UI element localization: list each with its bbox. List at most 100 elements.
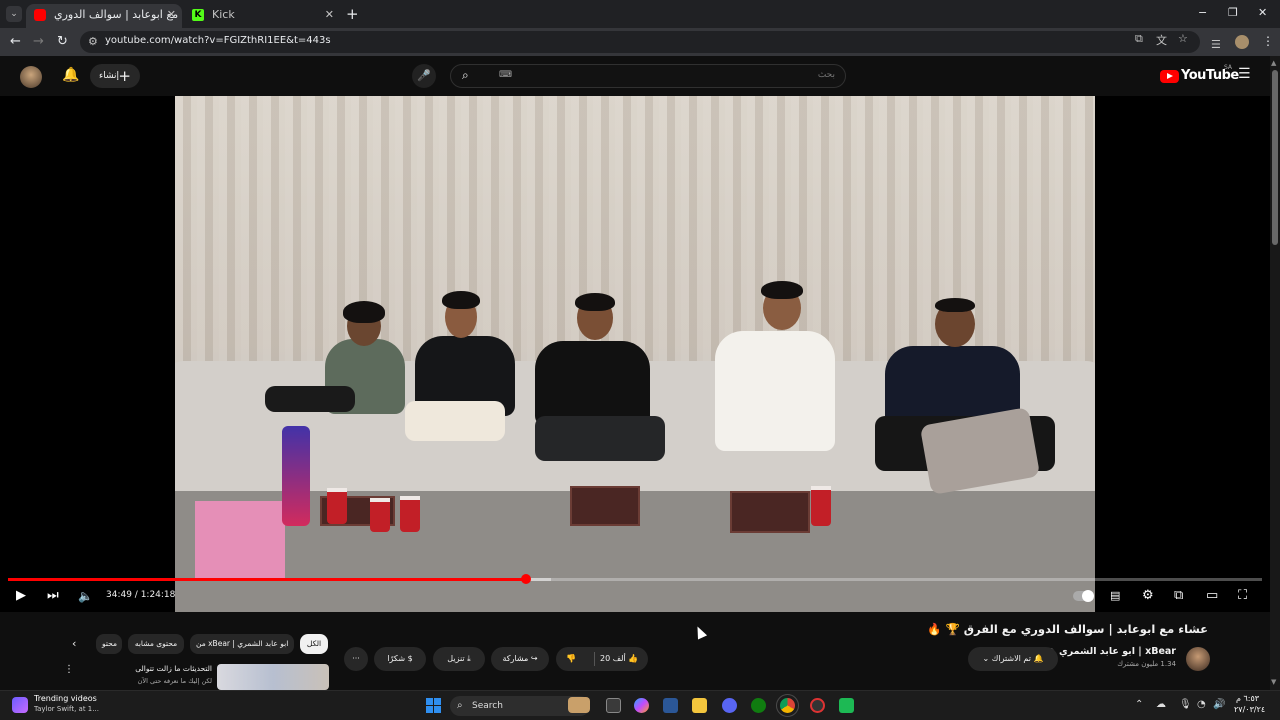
widgets-icon[interactable]: [12, 697, 28, 713]
search-input[interactable]: [555, 69, 835, 79]
new-tab-button[interactable]: +: [346, 5, 359, 23]
search-highlight-icon[interactable]: [568, 697, 590, 713]
bookmark-star-icon[interactable]: ☆: [1178, 32, 1188, 45]
volume-tray-icon[interactable]: 🔊: [1213, 699, 1225, 710]
thanks-label: شكرًا: [387, 654, 406, 663]
chips-prev-icon[interactable]: ‹: [72, 637, 76, 650]
fullscreen-icon[interactable]: ⛶: [1238, 588, 1247, 604]
close-window-button[interactable]: ✕: [1258, 6, 1267, 19]
mic-tray-icon[interactable]: 🎙: [1179, 699, 1192, 710]
miniplayer-icon[interactable]: ⧉: [1174, 588, 1183, 604]
cup: [370, 498, 390, 532]
onedrive-icon[interactable]: ☁: [1156, 699, 1166, 710]
subscribed-button[interactable]: 🔔 تم الاشتراك ⌄: [968, 647, 1058, 671]
wifi-icon[interactable]: ◔: [1197, 699, 1206, 710]
reload-icon[interactable]: ↻: [57, 34, 68, 49]
food-box: [730, 491, 810, 533]
voice-search-mic-icon[interactable]: 🎤: [412, 64, 436, 88]
create-button[interactable]: إنشاء +: [90, 64, 140, 88]
task-view-icon[interactable]: [606, 698, 621, 713]
thanks-button[interactable]: شكرًا $: [374, 647, 426, 671]
create-label: إنشاء: [99, 71, 120, 81]
play-icon[interactable]: ▶: [16, 588, 26, 604]
theater-mode-icon[interactable]: ▭: [1206, 588, 1218, 604]
like-count: 20 ألف: [600, 654, 626, 663]
autoplay-toggle[interactable]: [1073, 590, 1094, 602]
file-explorer-icon[interactable]: [692, 698, 707, 713]
minimize-button[interactable]: −: [1198, 6, 1207, 19]
reading-list-icon[interactable]: ☰: [1211, 38, 1221, 51]
video-title: عشاء مع ابوعابد | سوالف الدوري مع الفرق …: [927, 622, 1208, 636]
recommendation-thumbnail[interactable]: [217, 664, 329, 690]
share-button[interactable]: مشاركة ↪: [491, 647, 549, 671]
xbox-icon[interactable]: [751, 698, 766, 713]
download-button[interactable]: تنزيل ⤓: [433, 647, 485, 671]
volume-icon[interactable]: 🔈: [78, 588, 93, 604]
like-dislike-group: 👎 20 ألف 👍: [556, 647, 648, 671]
start-windows-icon[interactable]: [426, 698, 441, 713]
scrollbar-thumb[interactable]: [1272, 70, 1278, 245]
share-icon: ↪: [530, 654, 538, 663]
dislike-button[interactable]: 👎: [566, 647, 576, 671]
page-scrollbar[interactable]: ▲ ▼: [1270, 56, 1280, 690]
clock-date[interactable]: ٢٧/٠٣/٢٤: [1234, 705, 1265, 714]
guide-menu-icon[interactable]: ☰: [1238, 66, 1251, 82]
search-box[interactable]: ⌕ ⌨: [450, 64, 846, 88]
chrome-icon[interactable]: [776, 694, 799, 717]
seek-bar[interactable]: [8, 574, 1262, 584]
tab-search-dropdown-icon[interactable]: ⌄: [6, 6, 22, 22]
profile-avatar-icon[interactable]: [1235, 35, 1249, 49]
back-icon[interactable]: ←: [10, 34, 21, 49]
download-label: تنزيل: [447, 654, 465, 663]
taskbar-search-label: Search: [472, 701, 503, 711]
forward-icon[interactable]: →: [33, 34, 44, 49]
address-bar[interactable]: ⚙ youtube.com/watch?v=FGIZthRI1EE&t=443s: [80, 31, 1200, 53]
scroll-down-icon[interactable]: ▼: [1271, 678, 1276, 686]
chip-from-channel[interactable]: من xBear | ابو عابد الشمري: [190, 634, 294, 654]
chip-all[interactable]: الكل: [300, 634, 328, 654]
cast-icon[interactable]: ⧉: [1135, 32, 1143, 46]
youtube-favicon-icon: [34, 9, 46, 21]
recommendation-title[interactable]: التحديثات ما زالت تتوالى: [100, 664, 212, 673]
next-video-icon[interactable]: ⏭: [47, 588, 59, 604]
recommendation-menu-icon[interactable]: ⋮: [64, 664, 74, 675]
channel-name[interactable]: xBear | ابو عابد الشمري: [1046, 646, 1176, 657]
scroll-up-icon[interactable]: ▲: [1271, 59, 1276, 67]
app-icon[interactable]: [810, 698, 825, 713]
video-player[interactable]: ▶ ⏭ 🔈 34:49 / 1:24:18 ▤ ⚙ ⧉ ▭ ⛶: [0, 96, 1270, 612]
region-code: SA: [1224, 64, 1233, 71]
subtitles-icon[interactable]: ▤: [1110, 588, 1120, 604]
discord-icon[interactable]: [722, 698, 737, 713]
video-frame[interactable]: [175, 96, 1095, 612]
search-icon[interactable]: ⌕: [462, 68, 469, 83]
windows-taskbar: Trending videos Taylor Swift, at 1... ⌕ …: [0, 690, 1280, 720]
more-actions-button[interactable]: ···: [344, 647, 368, 671]
tray-overflow-icon[interactable]: ⌃: [1135, 699, 1143, 710]
site-info-icon[interactable]: ⚙: [88, 35, 98, 48]
thanks-icon: $: [407, 654, 413, 663]
maximize-button[interactable]: ❐: [1228, 6, 1238, 19]
notifications-bell-icon[interactable]: 🔔: [62, 67, 79, 83]
account-avatar[interactable]: [20, 66, 42, 88]
pink-gift-box: [195, 501, 285, 579]
microsoft-store-icon[interactable]: [663, 698, 678, 713]
tab-close-icon[interactable]: ✕: [325, 4, 334, 26]
channel-avatar[interactable]: [1186, 647, 1210, 671]
keyboard-icon[interactable]: ⌨: [499, 70, 512, 80]
tab-kick[interactable]: K Kick ✕: [184, 4, 340, 28]
seek-handle[interactable]: [520, 574, 531, 584]
like-divider: [594, 652, 595, 666]
translate-icon[interactable]: 文: [1156, 32, 1167, 48]
like-button[interactable]: 20 ألف 👍: [600, 647, 638, 671]
chip-similar-partial[interactable]: محتو: [96, 634, 122, 654]
chip-similar[interactable]: محتوى مشابه: [128, 634, 184, 654]
browser-menu-icon[interactable]: ⋮: [1262, 34, 1274, 48]
youtube-play-logo-icon: [1160, 70, 1179, 83]
settings-gear-icon[interactable]: ⚙: [1142, 588, 1154, 604]
tab-youtube[interactable]: عشاء مع ابوعابد | سوالف الدوري... ✕: [26, 4, 182, 28]
tab-close-icon[interactable]: ✕: [167, 4, 176, 26]
clock-time[interactable]: ٦:٥٣ م: [1236, 694, 1259, 703]
spotify-icon[interactable]: [839, 698, 854, 713]
copilot-icon[interactable]: [634, 698, 649, 713]
widget-title[interactable]: Trending videos: [34, 694, 97, 703]
